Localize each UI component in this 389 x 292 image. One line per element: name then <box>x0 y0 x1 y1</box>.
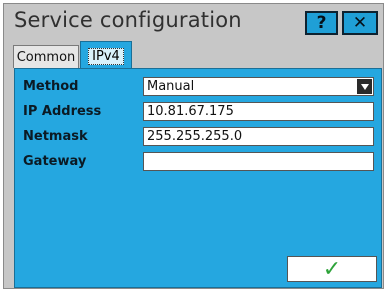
checkmark-icon: ✓ <box>322 256 342 282</box>
ip-address-label: IP Address <box>23 104 102 119</box>
method-label: Method <box>23 79 79 94</box>
netmask-input[interactable]: 255.255.255.0 <box>143 127 374 146</box>
ip-address-input[interactable]: 10.81.67.175 <box>143 102 374 121</box>
method-value: Manual <box>147 79 195 94</box>
close-button[interactable]: ✕ <box>342 11 378 35</box>
help-button[interactable]: ? <box>305 11 338 35</box>
service-configuration-dialog: Service configuration ? ✕ Common IPv4 Me… <box>3 3 384 289</box>
gateway-input[interactable] <box>143 152 374 171</box>
help-icon: ? <box>316 13 327 33</box>
gateway-label: Gateway <box>23 154 87 169</box>
netmask-label: Netmask <box>23 129 88 144</box>
ipv4-panel: Method Manual IP Address 10.81.67.175 Ne… <box>14 68 382 288</box>
method-select[interactable]: Manual <box>143 77 374 96</box>
tab-ipv4[interactable]: IPv4 <box>80 41 132 70</box>
chevron-down-icon[interactable] <box>357 79 372 94</box>
tab-ipv4-label: IPv4 <box>88 47 124 65</box>
tab-common-label: Common <box>16 49 76 65</box>
dialog-title: Service configuration <box>14 8 242 32</box>
ok-button[interactable]: ✓ <box>287 256 377 282</box>
tab-common[interactable]: Common <box>13 45 79 68</box>
close-icon: ✕ <box>352 13 368 33</box>
